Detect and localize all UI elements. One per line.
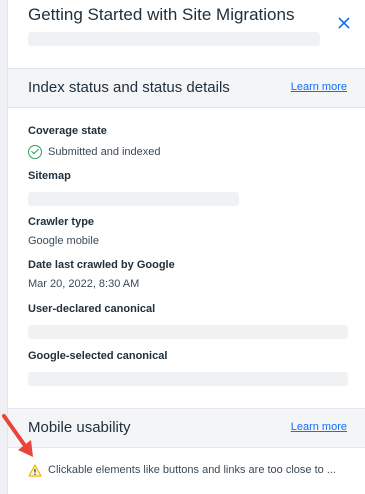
mobile-usability-learn-more-link[interactable]: Learn more xyxy=(291,421,347,433)
index-status-title: Index status and status details xyxy=(28,79,230,96)
crawler-type-label: Crawler type xyxy=(28,216,95,228)
crawler-type-value: Google mobile xyxy=(28,235,99,247)
sitemap-value-redacted xyxy=(28,192,239,206)
date-crawled-label: Date last crawled by Google xyxy=(28,259,175,271)
coverage-state-status: Submitted and indexed xyxy=(28,144,161,160)
sitemap-label: Sitemap xyxy=(28,170,71,182)
mobile-usability-title: Mobile usability xyxy=(28,419,131,436)
mobile-usability-section-header: Mobile usability Learn more xyxy=(8,408,365,448)
coverage-state-label: Coverage state xyxy=(28,125,107,137)
page-title: Getting Started with Site Migrations xyxy=(28,5,295,24)
google-canonical-label: Google-selected canonical xyxy=(28,350,168,362)
close-icon-glyph xyxy=(338,17,350,29)
check-circle-icon xyxy=(28,145,42,159)
panel-header: Getting Started with Site Migrations xyxy=(8,0,365,68)
user-canonical-value-redacted xyxy=(28,325,348,339)
annotation-arrow-icon xyxy=(2,414,33,457)
close-icon[interactable] xyxy=(334,14,354,34)
index-status-section-header: Index status and status details Learn mo… xyxy=(8,68,365,108)
user-canonical-label: User-declared canonical xyxy=(28,303,156,315)
coverage-state-value: Submitted and indexed xyxy=(48,146,161,158)
page-url-redacted xyxy=(28,32,320,46)
mobile-usability-issue-text: Clickable elements like buttons and link… xyxy=(48,464,336,476)
warning-icon xyxy=(28,463,42,477)
index-status-learn-more-link[interactable]: Learn more xyxy=(291,81,347,93)
side-panel: Getting Started with Site Migrations Ind… xyxy=(8,0,365,494)
google-canonical-value-redacted xyxy=(28,372,348,386)
mobile-usability-issue: Clickable elements like buttons and link… xyxy=(28,462,336,478)
date-crawled-value: Mar 20, 2022, 8:30 AM xyxy=(28,278,140,290)
